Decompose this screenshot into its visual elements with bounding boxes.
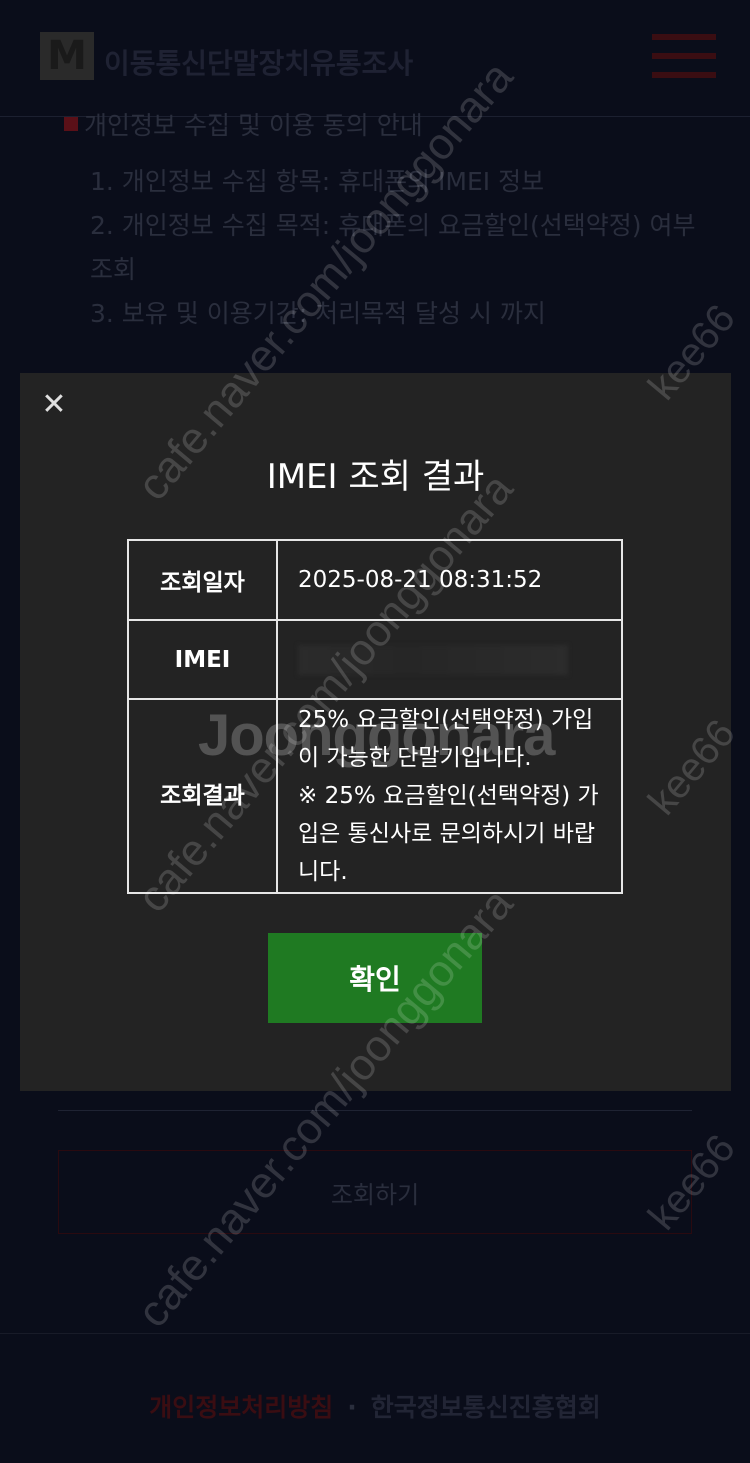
table-row: IMEI — [127, 619, 623, 700]
notice-item: 3. 보유 및 이용기간: 처리목적 달성 시 까지 — [90, 299, 546, 328]
divider — [58, 1110, 692, 1111]
table-row: 조회일자 2025-08-21 08:31:52 — [127, 539, 623, 621]
row-value-date: 2025-08-21 08:31:52 — [276, 539, 623, 621]
confirm-button[interactable]: 확인 — [268, 933, 482, 1023]
menu-bar — [652, 72, 716, 78]
footer-links: 개인정보처리방침 · 한국정보통신진흥협회 — [0, 1388, 750, 1424]
row-label-result: 조회결과 — [127, 698, 278, 894]
menu-bar — [652, 34, 716, 40]
modal-title: IMEI 조회 결과 — [266, 457, 485, 497]
footer-divider — [0, 1333, 750, 1334]
privacy-notice: 개인정보 수집 및 이용 동의 안내 1. 개인정보 수집 항목: 휴대폰의 I… — [64, 106, 704, 336]
notice-item: 2. 개인정보 수집 목적: 휴대폰의 요금할인(선택약정) 여부 조회 — [90, 211, 696, 284]
menu-bar — [652, 53, 716, 59]
row-value-imei — [276, 619, 623, 700]
masked-imei-value — [298, 644, 568, 675]
site-header: M 이동통신단말장치유통조사 — [0, 0, 750, 117]
table-row: 조회결과 25% 요금할인(선택약정) 가입이 가능한 단말기입니다. ※ 25… — [127, 698, 623, 894]
row-value-result: 25% 요금할인(선택약정) 가입이 가능한 단말기입니다. ※ 25% 요금할… — [276, 698, 623, 894]
notice-list: 1. 개인정보 수집 항목: 휴대폰의 IMEI 정보 2. 개인정보 수집 목… — [64, 160, 704, 336]
row-label-date: 조회일자 — [127, 539, 278, 621]
notice-item: 1. 개인정보 수집 항목: 휴대폰의 IMEI 정보 — [90, 167, 545, 196]
hamburger-menu-icon[interactable] — [652, 34, 716, 78]
privacy-policy-link[interactable]: 개인정보처리방침 — [149, 1393, 333, 1422]
result-table: 조회일자 2025-08-21 08:31:52 IMEI 조회결과 25% 요… — [127, 539, 623, 894]
imei-result-modal: ✕ IMEI 조회 결과 조회일자 2025-08-21 08:31:52 IM… — [20, 373, 731, 1091]
notice-title-text: 개인정보 수집 및 이용 동의 안내 — [84, 111, 423, 140]
square-bullet-icon — [64, 117, 78, 131]
notice-title: 개인정보 수집 및 이용 동의 안내 — [64, 106, 704, 142]
footer-separator: · — [347, 1393, 357, 1422]
logo-icon[interactable]: M — [40, 32, 94, 80]
query-button[interactable]: 조회하기 — [58, 1150, 692, 1234]
site-logo-text[interactable]: 이동통신단말장치유통조사 — [104, 42, 413, 82]
org-link[interactable]: 한국정보통신진흥협회 — [371, 1393, 601, 1422]
close-icon[interactable]: ✕ — [40, 390, 68, 420]
row-label-imei: IMEI — [127, 619, 278, 700]
